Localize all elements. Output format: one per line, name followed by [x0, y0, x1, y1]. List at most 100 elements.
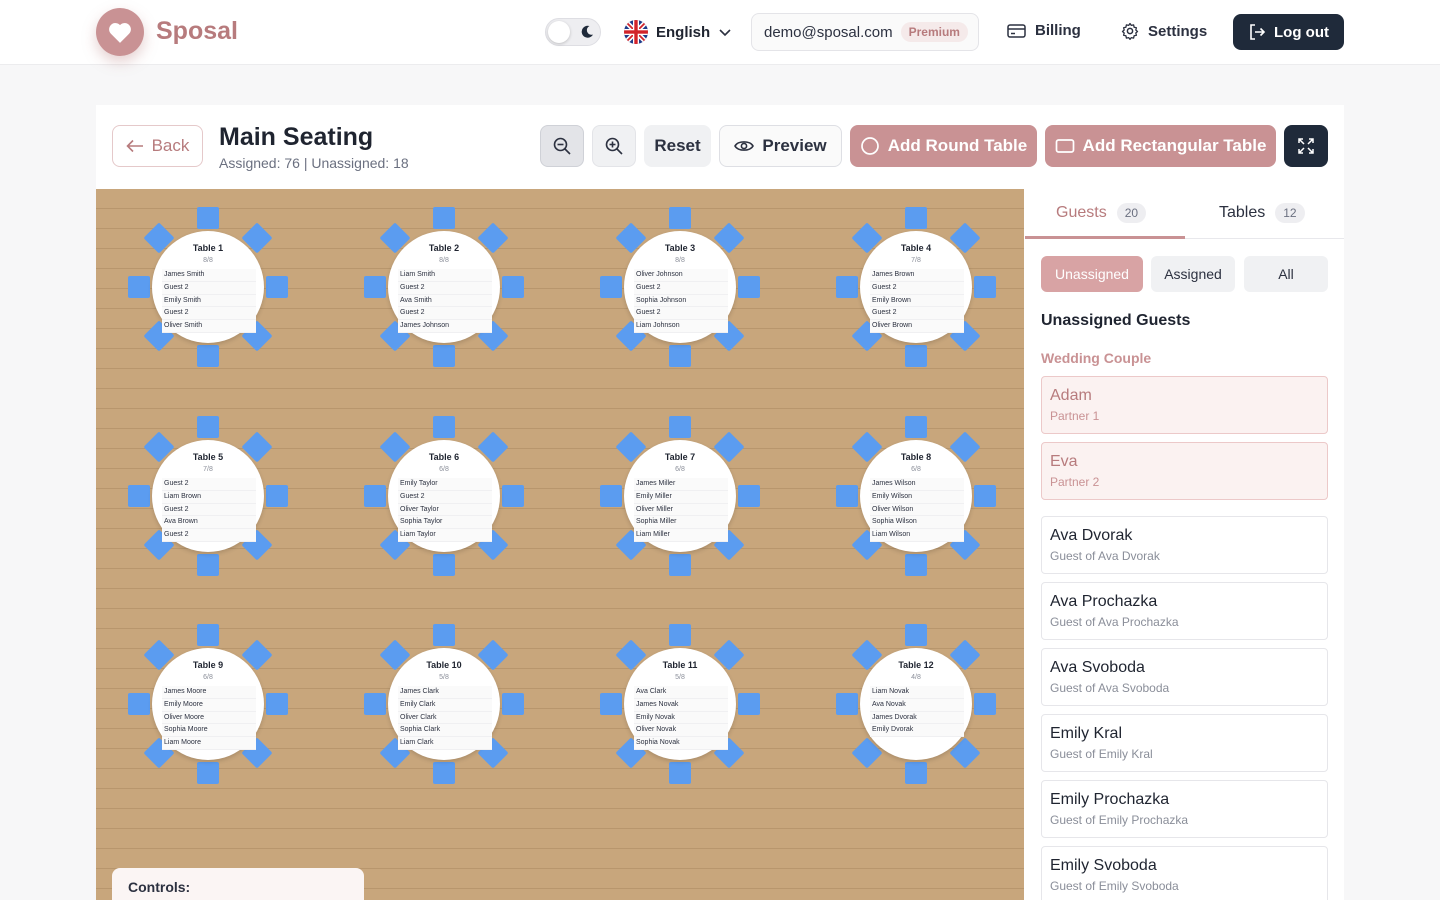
- seat[interactable]: [266, 693, 288, 715]
- seat[interactable]: [502, 276, 524, 298]
- table-guest[interactable]: Liam Clark: [398, 737, 492, 750]
- round-table[interactable]: Table 3 8/8 Oliver Johnson Guest 2 Sophia Jo…: [600, 207, 760, 367]
- seating-canvas[interactable]: Table 1 8/8 James Smith Guest 2 Emily Smith G…: [96, 189, 1024, 900]
- seat[interactable]: [669, 345, 691, 367]
- table-guest[interactable]: Emily Smith: [162, 294, 256, 308]
- table-guest[interactable]: Liam Taylor: [398, 529, 492, 542]
- table-guest[interactable]: Guest 2: [634, 307, 728, 321]
- seat[interactable]: [128, 485, 150, 507]
- seat[interactable]: [128, 276, 150, 298]
- table-guest[interactable]: Ava Brown: [162, 516, 256, 530]
- seat[interactable]: [974, 276, 996, 298]
- seat[interactable]: [197, 554, 219, 576]
- table-guest[interactable]: Emily Taylor: [398, 478, 492, 491]
- table-top[interactable]: Table 7 6/8 James Miller Emily Miller Oliver…: [624, 440, 736, 552]
- seat[interactable]: [905, 207, 927, 229]
- round-table[interactable]: Table 8 6/8 James Wilson Emily Wilson Oliver…: [836, 416, 996, 576]
- table-guest[interactable]: Sophia Wilson: [870, 516, 964, 530]
- seat[interactable]: [905, 762, 927, 784]
- table-guest[interactable]: James Brown: [870, 269, 964, 282]
- account-chip[interactable]: demo@sposal.com Premium: [751, 13, 979, 51]
- table-guest[interactable]: Emily Moore: [162, 698, 256, 712]
- table-guest[interactable]: James Dvorak: [870, 711, 964, 725]
- table-guest[interactable]: James Wilson: [870, 478, 964, 491]
- round-table[interactable]: Table 7 6/8 James Miller Emily Miller Oliver…: [600, 416, 760, 576]
- table-guest[interactable]: Oliver Miller: [634, 503, 728, 517]
- table-top[interactable]: Table 5 7/8 Guest 2 Liam Brown Guest 2 Ava Br…: [152, 440, 264, 552]
- table-guest[interactable]: Oliver Smith: [162, 320, 256, 333]
- filter-unassigned[interactable]: Unassigned: [1041, 256, 1143, 292]
- seat[interactable]: [197, 345, 219, 367]
- logout-button[interactable]: Log out: [1233, 14, 1344, 50]
- billing-link[interactable]: Billing: [1007, 22, 1081, 39]
- filter-all[interactable]: All: [1244, 256, 1328, 292]
- seat[interactable]: [738, 485, 760, 507]
- seat[interactable]: [433, 554, 455, 576]
- seat[interactable]: [433, 207, 455, 229]
- table-guest[interactable]: James Moore: [162, 686, 256, 699]
- table-top[interactable]: Table 12 4/8 Liam Novak Ava Novak James Dvor…: [860, 648, 972, 760]
- table-top[interactable]: Table 9 6/8 James Moore Emily Moore Oliver M…: [152, 648, 264, 760]
- guest-card[interactable]: Ava Dvorak Guest of Ava Dvorak: [1041, 516, 1328, 574]
- seat[interactable]: [197, 416, 219, 438]
- table-guest[interactable]: James Johnson: [398, 320, 492, 333]
- preview-button[interactable]: Preview: [719, 125, 842, 167]
- round-table[interactable]: Table 2 8/8 Liam Smith Guest 2 Ava Smith Gues…: [364, 207, 524, 367]
- guest-card[interactable]: Emily Svoboda Guest of Emily Svoboda: [1041, 846, 1328, 900]
- table-guest[interactable]: Guest 2: [634, 281, 728, 295]
- table-guest[interactable]: Oliver Wilson: [870, 503, 964, 517]
- dark-mode-toggle[interactable]: [545, 18, 601, 46]
- zoom-in-button[interactable]: [592, 125, 636, 167]
- seat[interactable]: [600, 485, 622, 507]
- back-button[interactable]: Back: [112, 125, 203, 167]
- language-selector[interactable]: English: [624, 20, 732, 44]
- table-guest[interactable]: Oliver Novak: [634, 724, 728, 738]
- seat[interactable]: [669, 762, 691, 784]
- table-guest[interactable]: Sophia Novak: [634, 737, 728, 750]
- round-table[interactable]: Table 4 7/8 James Brown Guest 2 Emily Brown G…: [836, 207, 996, 367]
- table-guest[interactable]: James Clark: [398, 686, 492, 699]
- seat[interactable]: [433, 624, 455, 646]
- table-guest[interactable]: Guest 2: [162, 503, 256, 517]
- seat[interactable]: [364, 693, 386, 715]
- table-guest[interactable]: Guest 2: [398, 490, 492, 504]
- seat[interactable]: [669, 624, 691, 646]
- seat[interactable]: [364, 276, 386, 298]
- seat[interactable]: [738, 693, 760, 715]
- table-guest[interactable]: Liam Miller: [634, 529, 728, 542]
- tab-tables[interactable]: Tables 12: [1219, 203, 1305, 223]
- round-table[interactable]: Table 11 5/8 Ava Clark James Novak Emily Nov…: [600, 624, 760, 784]
- table-guest[interactable]: Sophia Taylor: [398, 516, 492, 530]
- table-guest[interactable]: Liam Brown: [162, 490, 256, 504]
- couple-card[interactable]: Eva Partner 2: [1041, 442, 1328, 500]
- seat[interactable]: [669, 416, 691, 438]
- table-top[interactable]: Table 6 6/8 Emily Taylor Guest 2 Oliver Tayl…: [388, 440, 500, 552]
- seat[interactable]: [905, 416, 927, 438]
- table-guest[interactable]: Liam Moore: [162, 737, 256, 750]
- seat[interactable]: [738, 276, 760, 298]
- tab-guests[interactable]: Guests 20: [1056, 203, 1147, 223]
- seat[interactable]: [600, 693, 622, 715]
- seat[interactable]: [197, 624, 219, 646]
- table-guest[interactable]: James Miller: [634, 478, 728, 491]
- seat[interactable]: [836, 693, 858, 715]
- seat[interactable]: [433, 762, 455, 784]
- table-top[interactable]: Table 3 8/8 Oliver Johnson Guest 2 Sophia Jo…: [624, 231, 736, 343]
- round-table[interactable]: Table 12 4/8 Liam Novak Ava Novak James Dvor…: [836, 624, 996, 784]
- table-guest[interactable]: Emily Brown: [870, 294, 964, 308]
- table-guest[interactable]: Guest 2: [162, 307, 256, 321]
- guest-card[interactable]: Ava Svoboda Guest of Ava Svoboda: [1041, 648, 1328, 706]
- seat[interactable]: [905, 624, 927, 646]
- add-round-table-button[interactable]: Add Round Table: [850, 125, 1037, 167]
- table-top[interactable]: Table 1 8/8 James Smith Guest 2 Emily Smith G…: [152, 231, 264, 343]
- table-guest[interactable]: Oliver Brown: [870, 320, 964, 333]
- seat[interactable]: [433, 416, 455, 438]
- table-top[interactable]: Table 4 7/8 James Brown Guest 2 Emily Brown G…: [860, 231, 972, 343]
- seat[interactable]: [905, 554, 927, 576]
- table-guest[interactable]: Ava Novak: [870, 698, 964, 712]
- table-guest[interactable]: Ava Clark: [634, 686, 728, 699]
- logo-heart-icon[interactable]: [96, 8, 144, 56]
- table-top[interactable]: Table 10 5/8 James Clark Emily Clark Oliver …: [388, 648, 500, 760]
- table-guest[interactable]: James Smith: [162, 269, 256, 282]
- filter-assigned[interactable]: Assigned: [1151, 256, 1235, 292]
